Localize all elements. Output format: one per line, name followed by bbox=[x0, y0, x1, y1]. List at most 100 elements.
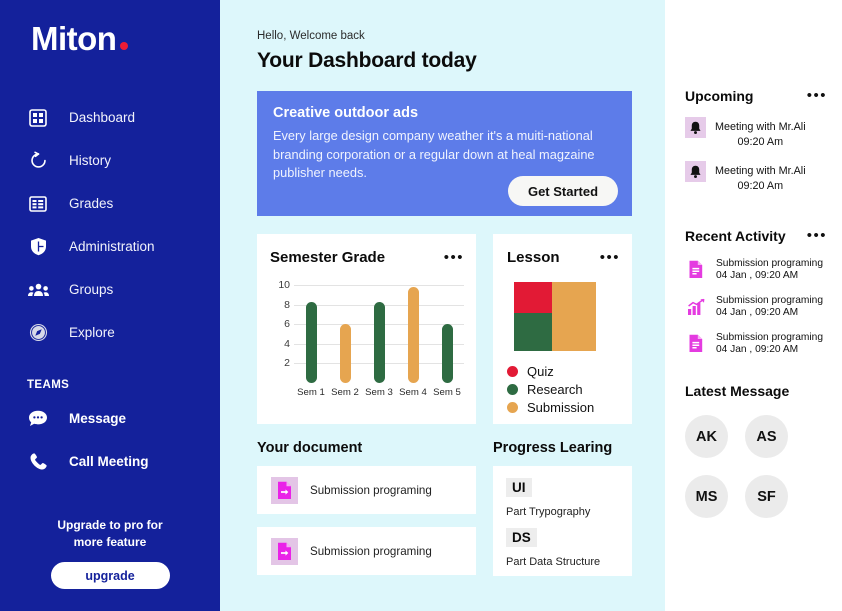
bar bbox=[305, 301, 317, 383]
progress-item[interactable]: UI Part Trypography bbox=[506, 478, 632, 518]
document-export-icon bbox=[271, 476, 298, 504]
activity-list-item[interactable]: Submission programing 04 Jan , 09:20 AM bbox=[685, 295, 842, 318]
legend-color-swatch bbox=[507, 402, 518, 413]
x-axis-tick: Sem 1 bbox=[297, 387, 325, 398]
upcoming-header: Upcoming ••• bbox=[685, 88, 842, 104]
sidebar-item-dashboard[interactable]: Dashboard bbox=[0, 96, 220, 139]
overflow-menu-icon[interactable]: ••• bbox=[807, 228, 827, 243]
x-axis-labels: Sem 1 Sem 2 Sem 3 Sem 4 Sem 5 bbox=[294, 387, 464, 398]
upcoming-title: Meeting with Mr.Ali bbox=[715, 121, 806, 133]
legend-label: Research bbox=[527, 382, 583, 397]
bar bbox=[407, 286, 419, 383]
sidebar-item-groups[interactable]: Groups bbox=[0, 268, 220, 311]
document-export-icon bbox=[271, 537, 298, 565]
lesson-legend: Quiz Research Submission bbox=[507, 364, 620, 415]
get-started-button[interactable]: Get Started bbox=[508, 176, 618, 206]
sidebar-item-label: History bbox=[69, 153, 112, 168]
progress-item[interactable]: DS Part Data Structure bbox=[506, 528, 632, 568]
document-list-item[interactable]: Submission programing bbox=[257, 466, 476, 514]
upcoming-time: 09:20 Am bbox=[737, 180, 784, 192]
sidebar-item-label: Explore bbox=[69, 325, 115, 340]
card-header: Lesson ••• bbox=[507, 249, 620, 266]
y-axis-tick: 8 bbox=[284, 298, 290, 311]
treemap-block-research bbox=[514, 313, 552, 351]
activity-title: Submission programing bbox=[716, 295, 824, 306]
teams-heading: TEAMS bbox=[27, 379, 70, 391]
bar-chart-icon bbox=[685, 295, 707, 318]
x-axis-tick: Sem 4 bbox=[399, 387, 427, 398]
activity-text: Submission programing 04 Jan , 09:20 AM bbox=[716, 258, 823, 281]
document-label: Submission programing bbox=[310, 544, 432, 558]
activity-time: 04 Jan , 09:20 AM bbox=[716, 344, 799, 355]
sidebar-item-call-meeting[interactable]: Call Meeting bbox=[0, 440, 220, 483]
banner-title: Creative outdoor ads bbox=[273, 105, 419, 121]
overflow-menu-icon[interactable]: ••• bbox=[444, 250, 464, 265]
compass-icon bbox=[27, 322, 49, 344]
section-title: Progress Learing bbox=[493, 440, 613, 456]
history-icon bbox=[27, 150, 49, 172]
activity-time: 04 Jan , 09:20 AM bbox=[716, 307, 799, 318]
bar bbox=[339, 324, 351, 383]
bar bbox=[441, 324, 453, 383]
grades-icon bbox=[27, 193, 49, 215]
document-icon bbox=[685, 258, 707, 281]
progress-tag: DS bbox=[506, 528, 537, 547]
bars-group bbox=[294, 279, 464, 383]
phone-icon bbox=[27, 451, 49, 473]
x-axis-tick: Sem 3 bbox=[365, 387, 393, 398]
avatar[interactable]: SF bbox=[745, 475, 788, 518]
people-icon bbox=[27, 279, 49, 301]
section-title: Your document bbox=[257, 440, 363, 456]
treemap-block-submission bbox=[551, 282, 596, 351]
progress-learning-section: Progress Learing UI Part Trypography DS … bbox=[493, 440, 632, 588]
chat-icon bbox=[27, 408, 49, 430]
lesson-treemap bbox=[514, 282, 596, 351]
activity-list-item[interactable]: Submission programing 04 Jan , 09:20 AM bbox=[685, 332, 842, 355]
activity-time: 04 Jan , 09:20 AM bbox=[716, 270, 799, 281]
upcoming-list-item[interactable]: Meeting with Mr.Ali 09:20 Am bbox=[685, 117, 842, 148]
overflow-menu-icon[interactable]: ••• bbox=[600, 250, 620, 265]
activity-list-item[interactable]: Submission programing 04 Jan , 09:20 AM bbox=[685, 258, 842, 281]
sidebar-item-history[interactable]: History bbox=[0, 139, 220, 182]
card-title: Semester Grade bbox=[270, 249, 386, 266]
chart-cards-row: Semester Grade ••• 10 8 6 4 2 Sem 1 Sem 2 Sem … bbox=[257, 234, 665, 424]
upgrade-promo-line1: Upgrade to pro for bbox=[57, 518, 163, 532]
latest-message-title: Latest Message bbox=[685, 383, 790, 399]
avatar[interactable]: AS bbox=[745, 415, 788, 458]
sidebar-item-grades[interactable]: Grades bbox=[0, 182, 220, 225]
progress-subtitle: Part Data Structure bbox=[506, 556, 601, 568]
upcoming-title: Meeting with Mr.Ali bbox=[715, 165, 806, 177]
banner-body: Every large design company weather it's … bbox=[273, 128, 595, 180]
avatar[interactable]: MS bbox=[685, 475, 728, 518]
legend-label: Quiz bbox=[527, 364, 554, 379]
lesson-card: Lesson ••• Quiz Research Submission bbox=[493, 234, 632, 424]
overflow-menu-icon[interactable]: ••• bbox=[807, 88, 827, 103]
progress-subtitle: Part Trypography bbox=[506, 506, 591, 518]
sidebar: Miton Dashboard History Grades Administr… bbox=[0, 0, 220, 611]
legend-item: Quiz bbox=[507, 364, 620, 379]
sidebar-item-explore[interactable]: Explore bbox=[0, 311, 220, 354]
legend-color-swatch bbox=[507, 366, 518, 377]
document-list-item[interactable]: Submission programing bbox=[257, 527, 476, 575]
right-panel: Upcoming ••• Meeting with Mr.Ali 09:20 A… bbox=[665, 0, 842, 611]
recent-activity-header: Recent Activity ••• bbox=[685, 228, 842, 244]
y-axis-tick: 2 bbox=[284, 357, 290, 370]
page-title: Your Dashboard today bbox=[257, 49, 477, 72]
legend-item: Research bbox=[507, 382, 620, 397]
bar bbox=[373, 301, 385, 383]
y-axis-tick: 6 bbox=[284, 318, 290, 331]
upcoming-list-item[interactable]: Meeting with Mr.Ali 09:20 Am bbox=[685, 161, 842, 192]
sidebar-item-message[interactable]: Message bbox=[0, 397, 220, 440]
sidebar-item-administration[interactable]: Administration bbox=[0, 225, 220, 268]
section-title: Upcoming bbox=[685, 88, 754, 104]
upgrade-button[interactable]: upgrade bbox=[50, 562, 170, 589]
card-header: Semester Grade ••• bbox=[270, 249, 464, 266]
avatar[interactable]: AK bbox=[685, 415, 728, 458]
upgrade-promo-line2: more feature bbox=[73, 535, 147, 549]
legend-label: Submission bbox=[527, 400, 595, 415]
progress-tag: UI bbox=[506, 478, 532, 497]
bar-chart: 10 8 6 4 2 Sem 1 Sem 2 Sem 3 Sem 4 Sem 5 bbox=[270, 279, 464, 398]
activity-title: Submission programing bbox=[716, 258, 824, 269]
sidebar-item-label: Message bbox=[69, 411, 127, 426]
main-content: Hello, Welcome back Your Dashboard today… bbox=[220, 0, 665, 611]
